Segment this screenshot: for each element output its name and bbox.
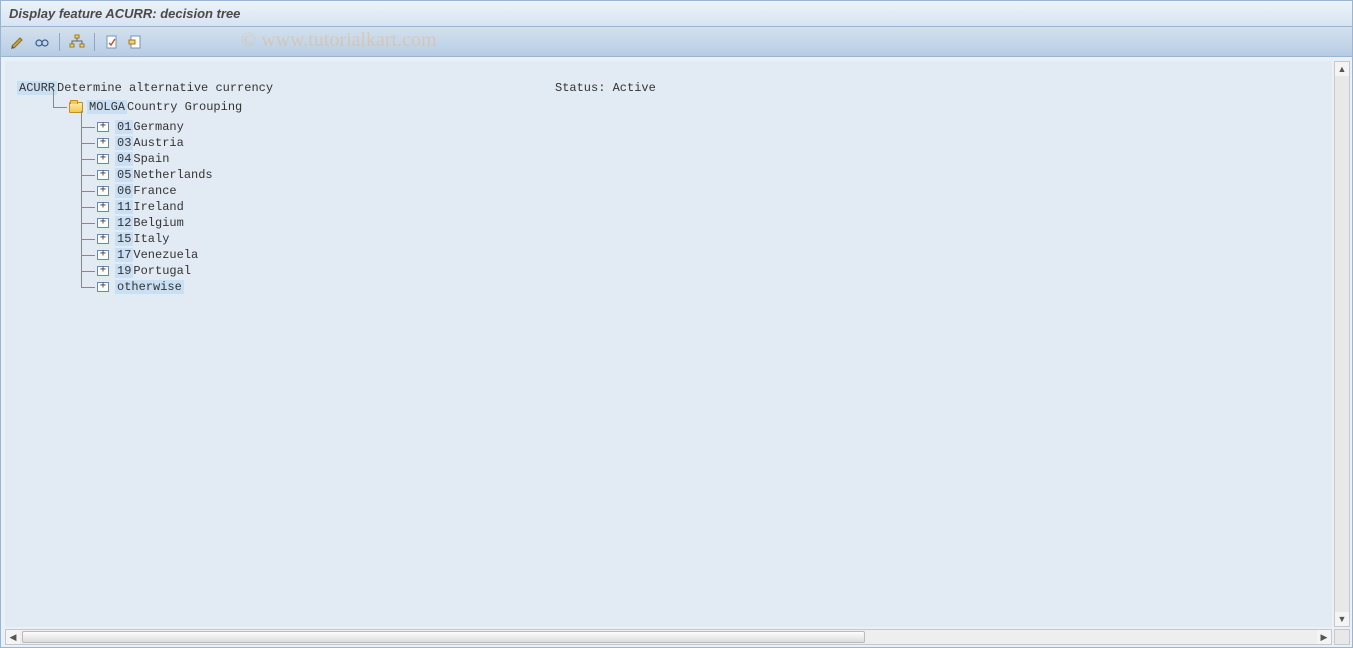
item-label: Portugal [133, 264, 191, 278]
item-code: 17 [115, 248, 133, 262]
scroll-up-icon[interactable]: ▲ [1335, 62, 1349, 76]
tree-item-row[interactable]: 19 Portugal [73, 263, 1332, 279]
status: Status: Active [555, 81, 656, 95]
tree-connector-icon [73, 167, 97, 183]
document-button-2[interactable] [125, 31, 147, 53]
item-label: Germany [133, 120, 183, 134]
tree-connector-icon [73, 135, 97, 151]
group-code: MOLGA [87, 100, 127, 114]
expand-icon[interactable] [97, 234, 109, 244]
pencil-toggle-icon [10, 34, 26, 50]
hierarchy-icon [69, 34, 85, 50]
expand-icon[interactable] [97, 170, 109, 180]
structure-button[interactable] [66, 31, 88, 53]
status-value: Active [613, 81, 656, 95]
item-label: Venezuela [133, 248, 198, 262]
scroll-down-icon[interactable]: ▼ [1335, 612, 1349, 626]
item-code: 04 [115, 152, 133, 166]
item-label: Netherlands [133, 168, 212, 182]
scroll-right-icon[interactable]: ▶ [1317, 630, 1331, 644]
horizontal-scrollbar[interactable]: ◀ ▶ [5, 629, 1332, 645]
item-label: France [133, 184, 176, 198]
document-tag-icon [128, 34, 144, 50]
tree-item-row[interactable]: 12 Belgium [73, 215, 1332, 231]
item-code: 19 [115, 264, 133, 278]
tree-connector-icon [73, 231, 97, 247]
tree-item-row[interactable]: 03 Austria [73, 135, 1332, 151]
root-desc: Determine alternative currency [57, 81, 273, 95]
toolbar-separator [59, 33, 60, 51]
item-code: 11 [115, 200, 133, 214]
tree-connector-icon [73, 263, 97, 279]
item-code: 06 [115, 184, 133, 198]
tree-connector-icon [45, 99, 69, 115]
app-window: Display feature ACURR: decision tree [0, 0, 1353, 648]
group-desc: Country Grouping [127, 100, 242, 114]
item-code: 15 [115, 232, 133, 246]
item-code: 01 [115, 120, 133, 134]
tree-item-row[interactable]: 17 Venezuela [73, 247, 1332, 263]
expand-icon[interactable] [97, 282, 109, 292]
scroll-corner [1334, 629, 1350, 645]
tree-item-row[interactable]: 11 Ireland [73, 199, 1332, 215]
item-label: Ireland [133, 200, 183, 214]
item-label: Belgium [133, 216, 183, 230]
glasses-icon [34, 34, 50, 50]
tree-item-row[interactable]: 15 Italy [73, 231, 1332, 247]
item-label: Spain [133, 152, 169, 166]
toggle-edit-button[interactable] [7, 31, 29, 53]
scroll-thumb[interactable] [22, 631, 865, 643]
tree-connector-icon [73, 199, 97, 215]
document-check-icon [104, 34, 120, 50]
item-code: otherwise [115, 280, 184, 294]
titlebar: Display feature ACURR: decision tree [0, 0, 1353, 27]
tree-connector-icon [73, 279, 97, 295]
vertical-scrollbar[interactable]: ▲ ▼ [1334, 61, 1350, 627]
window-title: Display feature ACURR: decision tree [9, 6, 240, 21]
tree-connector-icon [73, 183, 97, 199]
item-code: 03 [115, 136, 133, 150]
tree-connector-icon [73, 247, 97, 263]
tree-connector-icon [73, 119, 97, 135]
expand-icon[interactable] [97, 154, 109, 164]
tree-connector-icon [73, 151, 97, 167]
expand-icon[interactable] [97, 138, 109, 148]
tree-root-row[interactable]: ACURR Determine alternative currency Sta… [17, 81, 1332, 95]
tree-item-row[interactable]: 04 Spain [73, 151, 1332, 167]
watermark: © www.tutorialkart.com [241, 29, 437, 52]
item-code: 12 [115, 216, 133, 230]
expand-icon[interactable] [97, 218, 109, 228]
expand-icon[interactable] [97, 266, 109, 276]
toolbar-separator [94, 33, 95, 51]
tree-view: ACURR Determine alternative currency Sta… [5, 61, 1332, 627]
tree-item-row[interactable]: 06 France [73, 183, 1332, 199]
tree-connector-icon [73, 215, 97, 231]
display-button[interactable] [31, 31, 53, 53]
root-code: ACURR [17, 81, 57, 95]
tree-level-2: 01 Germany03 Austria04 Spain05 Netherlan… [73, 119, 1332, 295]
item-label: Austria [133, 136, 183, 150]
document-button-1[interactable] [101, 31, 123, 53]
tree-item-row[interactable]: otherwise [73, 279, 1332, 295]
expand-icon[interactable] [97, 202, 109, 212]
scroll-track[interactable] [20, 630, 1317, 644]
tree-level-1: MOLGA Country Grouping 01 Germany03 Aust… [45, 99, 1332, 295]
expand-icon[interactable] [97, 122, 109, 132]
content-wrap: ACURR Determine alternative currency Sta… [0, 57, 1353, 648]
scroll-left-icon[interactable]: ◀ [6, 630, 20, 644]
expand-icon[interactable] [97, 250, 109, 260]
item-code: 05 [115, 168, 133, 182]
toolbar: © www.tutorialkart.com [0, 27, 1353, 57]
tree-item-row[interactable]: 01 Germany [73, 119, 1332, 135]
tree-group-row[interactable]: MOLGA Country Grouping [45, 99, 1332, 115]
tree-item-row[interactable]: 05 Netherlands [73, 167, 1332, 183]
expand-icon[interactable] [97, 186, 109, 196]
status-label: Status: [555, 81, 613, 95]
item-label: Italy [133, 232, 169, 246]
